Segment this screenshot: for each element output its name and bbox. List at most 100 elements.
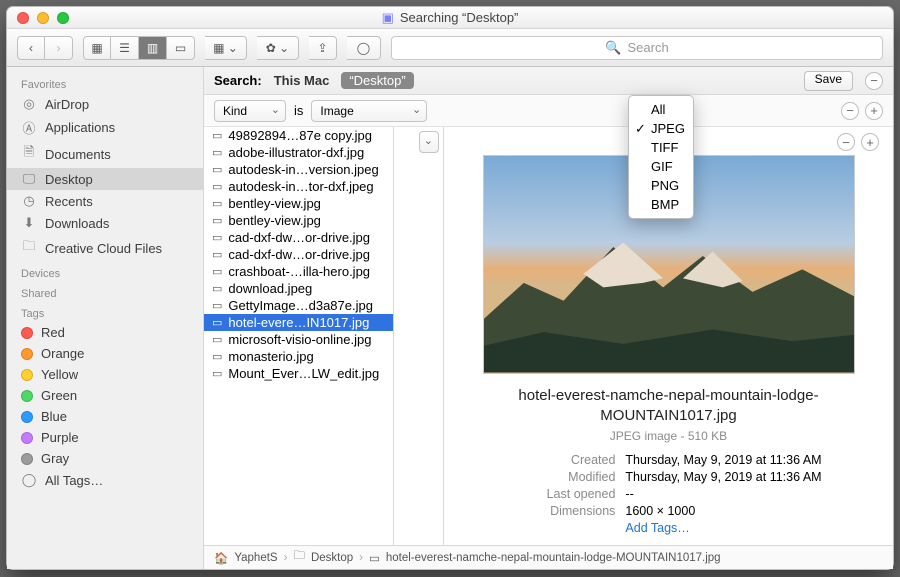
list-view-button[interactable]: ☰	[111, 36, 139, 60]
tag-color-icon	[21, 348, 33, 360]
file-list-item[interactable]: ▭adobe-illustrator-dxf.jpg	[204, 144, 393, 161]
meta-key: Last opened	[515, 487, 615, 501]
column-view-button[interactable]: ▥	[139, 36, 167, 60]
zoom-window-button[interactable]	[57, 12, 69, 24]
file-list-item[interactable]: ▭download.jpeg	[204, 280, 393, 297]
close-window-button[interactable]	[17, 12, 29, 24]
file-list-item[interactable]: ▭cad-dxf-dw…or-drive.jpg	[204, 246, 393, 263]
sidebar-item-label: Yellow	[41, 367, 78, 382]
path-segment[interactable]: hotel-everest-namche-nepal-mountain-lodg…	[386, 552, 721, 564]
back-button[interactable]: ‹	[17, 36, 45, 60]
preview-metadata: CreatedThursday, May 9, 2019 at 11:36 AM…	[515, 453, 821, 535]
sidebar-item-yellow[interactable]: Yellow	[7, 364, 203, 385]
column-options[interactable]	[419, 131, 439, 153]
scope-desktop[interactable]: “Desktop”	[341, 72, 413, 89]
sidebar-item-desktop[interactable]: 🖵Desktop	[7, 168, 203, 190]
group-by-button[interactable]: ▦ ⌄	[205, 36, 247, 60]
tag-color-icon	[21, 453, 33, 465]
tag-color-icon	[21, 327, 33, 339]
gallery-view-button[interactable]: ▭	[167, 36, 195, 60]
add-criteria-button[interactable]: +	[865, 102, 883, 120]
search-icon: 🔍	[605, 40, 621, 56]
preview-remove-button[interactable]: −	[837, 133, 855, 151]
image-file-icon: ▭	[212, 163, 222, 176]
file-list-item[interactable]: ▭GettyImage…d3a87e.jpg	[204, 297, 393, 314]
dropdown-item-tiff[interactable]: TIFF	[629, 138, 693, 157]
action-menu-button[interactable]: ✿ ⌄	[257, 36, 299, 60]
sidebar-item-red[interactable]: Red	[7, 322, 203, 343]
dropdown-item-all[interactable]: All	[629, 100, 693, 119]
dropdown-item-jpeg[interactable]: JPEG	[629, 119, 693, 138]
file-list-item[interactable]: ▭bentley-view.jpg	[204, 195, 393, 212]
preview-add-button[interactable]: +	[861, 133, 879, 151]
sidebar-item-applications[interactable]: ⒶApplications	[7, 115, 203, 140]
file-name: hotel-evere…IN1017.jpg	[228, 315, 369, 330]
image-file-icon: ▭	[212, 197, 222, 210]
search-input[interactable]: 🔍 Search	[391, 36, 883, 60]
file-name: cad-dxf-dw…or-drive.jpg	[228, 247, 370, 262]
folder-icon: ▣	[382, 10, 394, 26]
share-button[interactable]: ⇪	[309, 36, 337, 60]
file-list-item[interactable]: ▭monasterio.jpg	[204, 348, 393, 365]
file-name: 49892894…87e copy.jpg	[228, 128, 372, 143]
sidebar-item-label: Desktop	[45, 172, 93, 187]
preview-filename: hotel-everest-namche-nepal-mountain-lodg…	[479, 386, 859, 425]
tags-button[interactable]: ◯	[347, 36, 381, 60]
sidebar-item-label: Applications	[45, 120, 115, 135]
group-arrange: ▦ ⌄	[205, 36, 247, 60]
sidebar-item-orange[interactable]: Orange	[7, 343, 203, 364]
path-segment[interactable]: YaphetS	[234, 552, 277, 564]
forward-button[interactable]: ›	[45, 36, 73, 60]
window-title: Searching “Desktop”	[400, 10, 519, 25]
file-list-item[interactable]: ▭bentley-view.jpg	[204, 212, 393, 229]
sidebar-item-green[interactable]: Green	[7, 385, 203, 406]
sidebar-item-blue[interactable]: Blue	[7, 406, 203, 427]
add-tags-button[interactable]: Add Tags…	[625, 521, 821, 535]
file-list-item[interactable]: ▭Mount_Ever…LW_edit.jpg	[204, 365, 393, 382]
file-name: adobe-illustrator-dxf.jpg	[228, 145, 364, 160]
file-list-item[interactable]: ▭crashboat-…illa-hero.jpg	[204, 263, 393, 280]
save-search-button[interactable]: Save	[804, 71, 853, 91]
clock-icon: ◷	[21, 193, 37, 209]
file-name: autodesk-in…tor-dxf.jpeg	[228, 179, 373, 194]
file-list-item[interactable]: ▭microsoft-visio-online.jpg	[204, 331, 393, 348]
file-list[interactable]: ▭49892894…87e copy.jpg▭adobe-illustrator…	[204, 127, 394, 545]
column-spacer	[394, 127, 444, 545]
scope-this-mac[interactable]: This Mac	[274, 73, 330, 88]
icon-view-button[interactable]: ▦	[83, 36, 111, 60]
file-list-item[interactable]: ▭cad-dxf-dw…or-drive.jpg	[204, 229, 393, 246]
criteria-attribute[interactable]: Kind	[214, 100, 286, 122]
sidebar-item-documents[interactable]: 🗎Documents	[7, 140, 203, 168]
sidebar-item-purple[interactable]: Purple	[7, 427, 203, 448]
preview-kind: JPEG image - 510 KB	[610, 429, 727, 443]
sidebar-item-airdrop[interactable]: ◎AirDrop	[7, 93, 203, 115]
meta-key: Dimensions	[515, 504, 615, 518]
sidebar-item-creative-cloud-files[interactable]: 🗀Creative Cloud Files	[7, 234, 203, 262]
tag-color-icon	[21, 411, 33, 423]
image-file-icon: ▭	[212, 282, 222, 295]
dropdown-item-bmp[interactable]: BMP	[629, 195, 693, 214]
file-list-item[interactable]: ▭49892894…87e copy.jpg	[204, 127, 393, 144]
file-list-item[interactable]: ▭autodesk-in…version.jpeg	[204, 161, 393, 178]
sidebar-item-downloads[interactable]: ⬇Downloads	[7, 212, 203, 234]
sidebar-item-recents[interactable]: ◷Recents	[7, 190, 203, 212]
image-file-icon: ▭	[212, 180, 222, 193]
dropdown-item-png[interactable]: PNG	[629, 176, 693, 195]
path-segment[interactable]: Desktop	[311, 552, 353, 564]
tag-color-icon	[21, 369, 33, 381]
sidebar-item-gray[interactable]: Gray	[7, 448, 203, 469]
minimize-window-button[interactable]	[37, 12, 49, 24]
remove-scope-button[interactable]: −	[865, 72, 883, 90]
file-list-item[interactable]: ▭hotel-evere…IN1017.jpg	[204, 314, 393, 331]
file-list-item[interactable]: ▭ autodesk-in…tor-dxf.jpeg	[204, 178, 393, 195]
meta-key: Modified	[515, 470, 615, 484]
path-bar[interactable]: 🏠YaphetS›🗀Desktop›▭hotel-everest-namche-…	[204, 545, 893, 569]
criteria-value[interactable]: Image	[311, 100, 427, 122]
file-name: crashboat-…illa-hero.jpg	[228, 264, 370, 279]
sidebar-item-all-tags-[interactable]: ◯All Tags…	[7, 469, 203, 491]
dropdown-item-gif[interactable]: GIF	[629, 157, 693, 176]
image-file-icon: ▭	[212, 367, 222, 380]
sidebar-item-label: Orange	[41, 346, 84, 361]
window-controls	[17, 12, 69, 24]
remove-criteria-button[interactable]: −	[841, 102, 859, 120]
